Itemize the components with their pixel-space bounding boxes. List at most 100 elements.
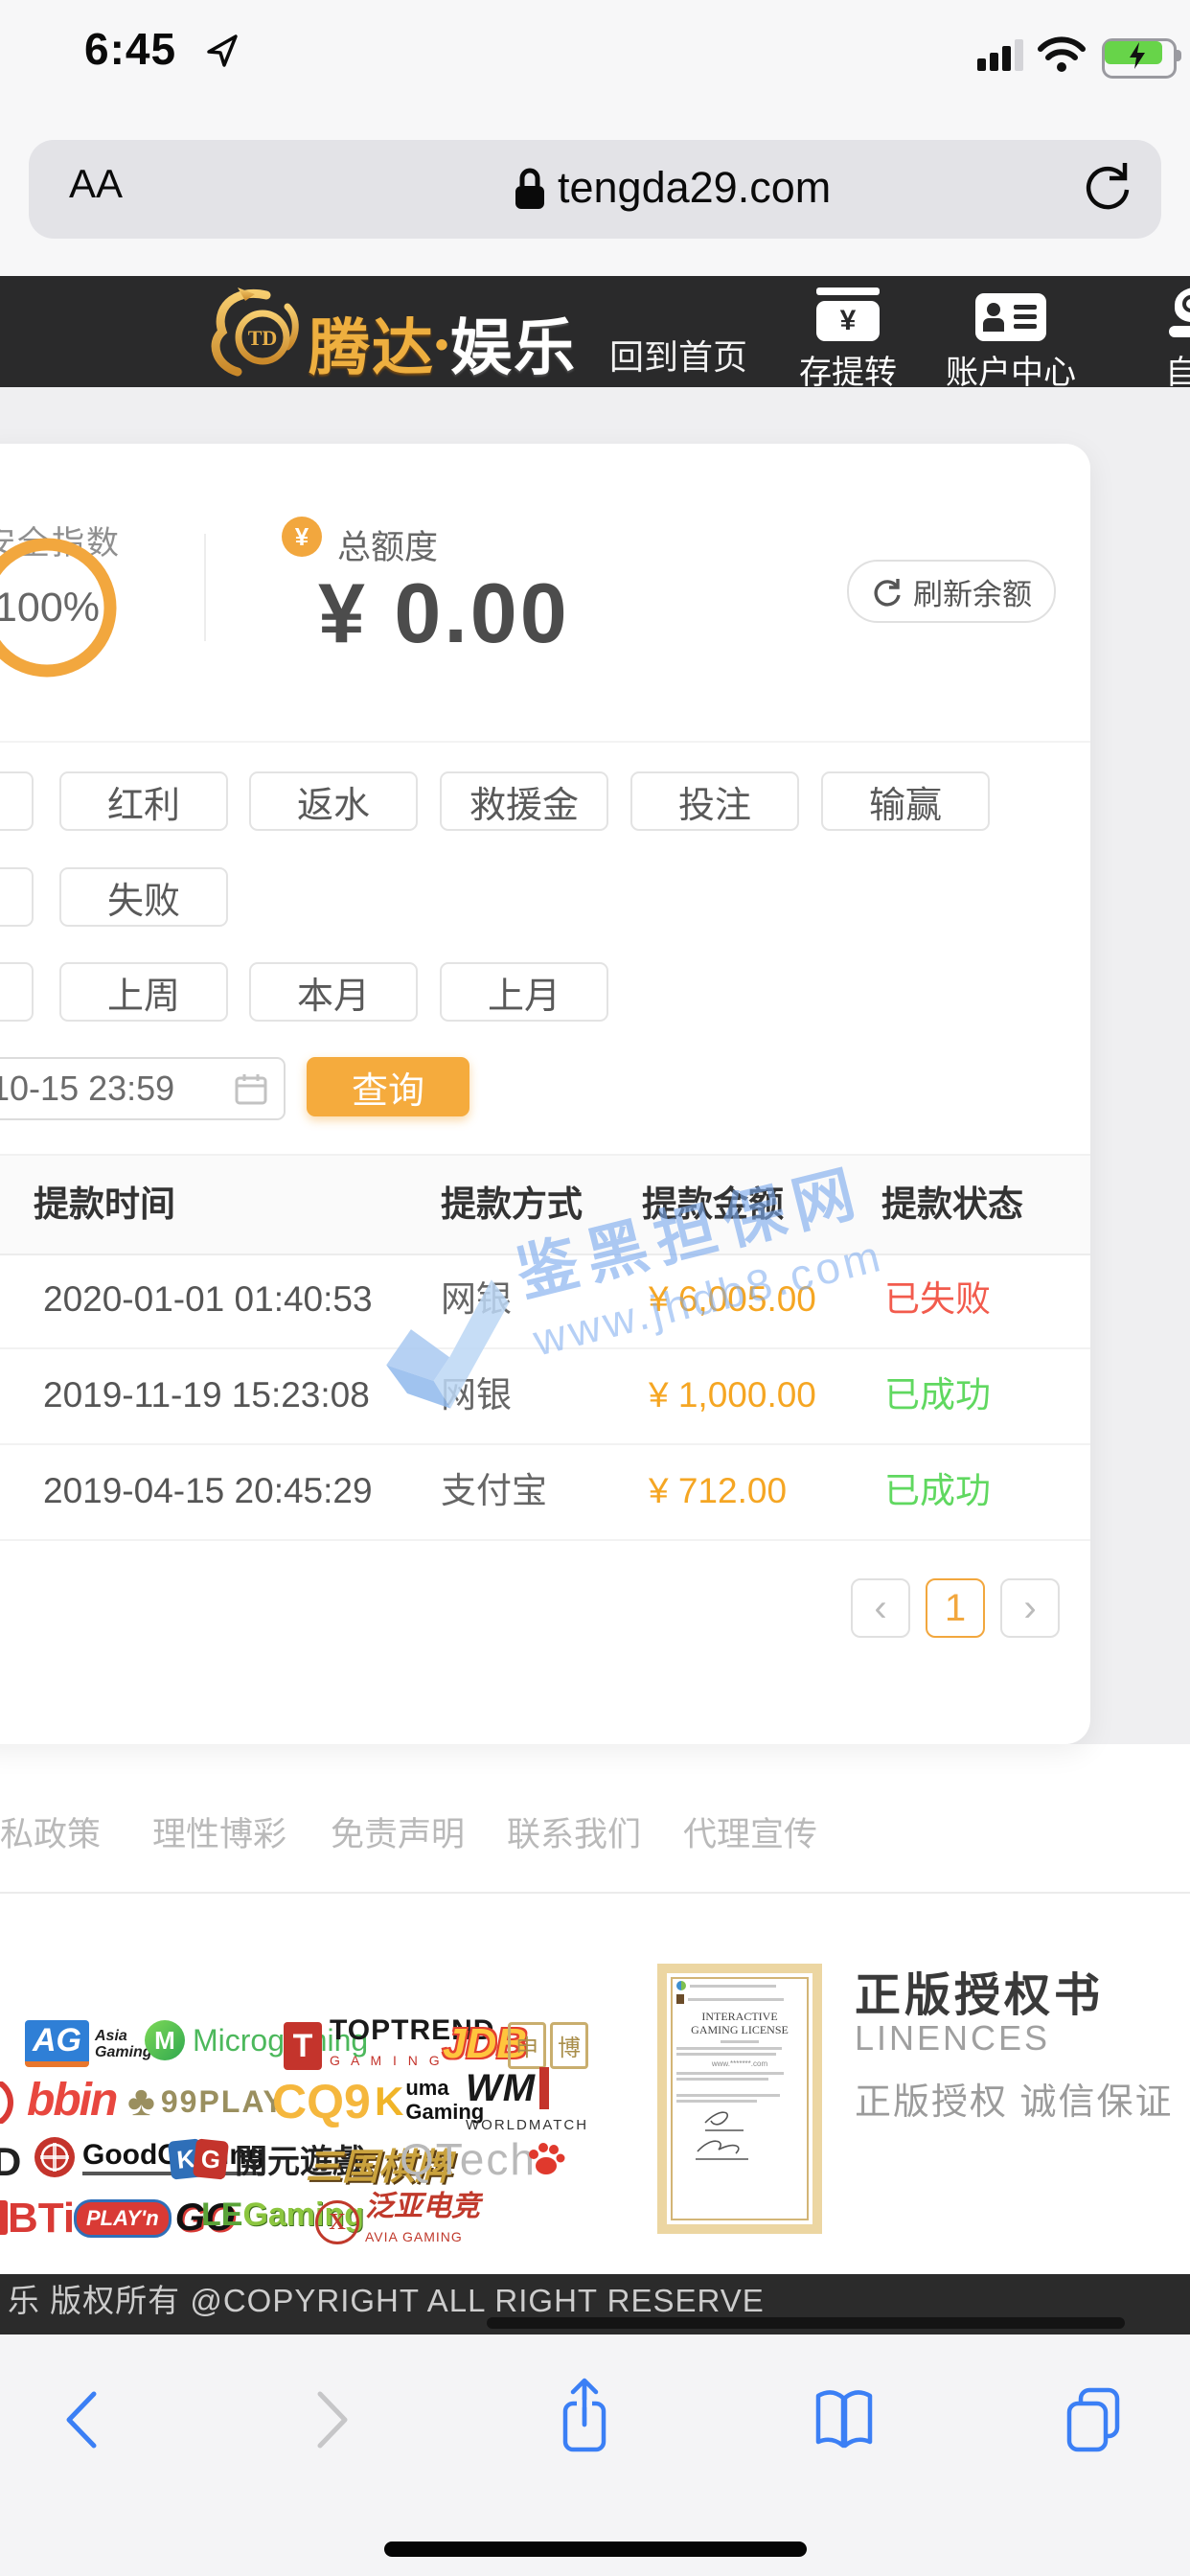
withdraw-status: 已失败: [884, 1252, 991, 1347]
balance-label: 总额度: [337, 520, 438, 569]
date-input[interactable]: 0-10-15 23:59: [0, 1057, 286, 1120]
refresh-balance-button[interactable]: 刷新余额: [847, 560, 1056, 623]
home-link[interactable]: 回到首页: [609, 330, 747, 380]
hand-coin-icon: [1169, 288, 1190, 338]
refresh-balance-label: 刷新余额: [913, 570, 1032, 613]
pagination-next[interactable]: ›: [1000, 1578, 1060, 1638]
withdraw-status: 已成功: [884, 1347, 991, 1443]
logo-text: PLAY'n: [74, 2199, 172, 2238]
footer-link-agent[interactable]: 代理宣传: [683, 1807, 817, 1856]
logo-text: WMWORLDMATCH: [466, 2074, 588, 2140]
logo-partial: D: [0, 2139, 21, 2185]
withdraw-method: 网银: [441, 1252, 512, 1347]
logo-text: QTech: [400, 2133, 537, 2185]
wallet-yen-icon: ¥: [816, 288, 880, 338]
wifi-icon: [1037, 36, 1087, 73]
filter-button-rescue[interactable]: 救援金: [440, 771, 608, 831]
logo-shenbo: 申 博: [508, 2022, 592, 2069]
tabs-button[interactable]: [1060, 2384, 1129, 2453]
footer-link-contact[interactable]: 联系我们: [507, 1807, 641, 1856]
brand-dot: •: [435, 324, 450, 366]
filter-button-lastmonth[interactable]: 上月: [440, 962, 608, 1022]
logo-partial: [0, 2200, 8, 2235]
logo-worldmatch: WMWORLDMATCH: [466, 2074, 588, 2140]
share-button[interactable]: [554, 2375, 615, 2457]
footer-link-privacy[interactable]: 私政策: [0, 1807, 101, 1856]
nav-item-self-service[interactable]: 自助: [1116, 288, 1190, 393]
battery-charging-icon: [1102, 38, 1184, 75]
nav-item-account-center[interactable]: 账户中心: [929, 288, 1092, 393]
logo-qtech: QTech: [400, 2133, 537, 2185]
reload-icon[interactable]: [1081, 157, 1134, 217]
logo-text: 申: [508, 2022, 546, 2069]
pagination-page-1[interactable]: 1: [926, 1578, 985, 1638]
license-subtitle: LINENCES: [855, 2018, 1050, 2058]
nav-label: 账户中心: [946, 346, 1076, 393]
logo-asia-gaming: AG AsiaGaming: [25, 2020, 152, 2067]
withdraw-amount: ¥ 6,005.00: [649, 1252, 816, 1347]
logo-text: CQ9: [272, 2074, 371, 2129]
home-indicator: [384, 2542, 807, 2557]
filter-button-failed[interactable]: 失败: [59, 867, 228, 927]
filter-button-rebate[interactable]: 返水: [249, 771, 418, 831]
table-row: 2020-01-01 01:40:53 网银 ¥ 6,005.00 已失败: [0, 1252, 1090, 1349]
filter-button-partial[interactable]: [0, 962, 34, 1022]
col-header-status: 提款状态: [881, 1156, 1023, 1254]
forward-button[interactable]: [309, 2388, 355, 2451]
logo-text: K: [375, 2079, 403, 2125]
pagination-prev[interactable]: ‹: [851, 1578, 910, 1638]
coin-icon: ¥: [282, 517, 322, 557]
certificate-title: INTERACTIVEGAMING LICENSE: [676, 2010, 803, 2036]
horizontal-scrollbar[interactable]: [487, 2317, 1125, 2329]
filter-button-thismonth[interactable]: 本月: [249, 962, 418, 1022]
date-value: 0-10-15 23:59: [0, 1059, 174, 1118]
svg-text:TD: TD: [248, 326, 278, 350]
filter-button-winloss[interactable]: 输赢: [821, 771, 990, 831]
bookmarks-button[interactable]: [811, 2386, 878, 2453]
table-row: 2019-11-19 15:23:08 网银 ¥ 1,000.00 已成功: [0, 1347, 1090, 1445]
lock-icon: [512, 165, 548, 213]
withdraw-method: 网银: [441, 1347, 512, 1443]
nav-label: 自助: [1165, 346, 1190, 393]
nav-item-deposit[interactable]: ¥ 存提转: [767, 288, 929, 393]
logo-text: bbin: [27, 2074, 116, 2127]
dragon-logo-icon[interactable]: TD: [203, 284, 318, 383]
back-button[interactable]: [59, 2388, 105, 2451]
table-row: 2019-04-15 20:45:29 支付宝 ¥ 712.00 已成功: [0, 1443, 1090, 1541]
footer-link-disclaimer[interactable]: 免责声明: [331, 1807, 465, 1856]
filter-button-partial[interactable]: [0, 867, 34, 927]
logo-icon: M: [145, 2020, 185, 2060]
logo-avia: X 泛亚电竞AVIA GAMING: [315, 2195, 480, 2250]
logo-text: AsiaGaming: [95, 2028, 152, 2060]
club-icon: ♣: [127, 2078, 155, 2126]
logo-partial: [0, 2082, 13, 2124]
filter-button-partial[interactable]: [0, 771, 34, 831]
withdraw-method: 支付宝: [441, 1443, 547, 1539]
withdraw-time: 2020-01-01 01:40:53: [43, 1252, 373, 1347]
logo-text: AG: [25, 2020, 89, 2067]
withdraw-time: 2019-11-19 15:23:08: [43, 1347, 370, 1443]
paw-icon: [526, 2139, 566, 2179]
table-header-row: 提款时间 提款方式 提款金额 提款状态: [0, 1154, 1090, 1255]
filter-button-bonus[interactable]: 红利: [59, 771, 228, 831]
divider: [0, 1892, 1190, 1894]
col-header-amount: 提款金额: [642, 1156, 784, 1254]
logo-bti: BTi: [8, 2195, 75, 2242]
reader-mode-button[interactable]: AA: [69, 161, 123, 207]
logo-icon: [33, 2135, 77, 2179]
brand-logo-text[interactable]: 腾达•娱乐: [309, 299, 577, 387]
url-text[interactable]: tengda29.com: [558, 163, 831, 213]
iphone-screen: 6:45 AA tengda29.com TD 腾达•娱乐 回到首页 ¥ 存提转: [0, 0, 1190, 2576]
query-button[interactable]: 查询: [307, 1057, 469, 1116]
nav-label: 存提转: [799, 346, 897, 393]
account-card: 安全指数 100% ¥ 总额度 ¥ 0.00 刷新余额 红利 返水 救援金 投注…: [0, 444, 1090, 1744]
filter-button-bet[interactable]: 投注: [630, 771, 799, 831]
col-header-time: 提款时间: [34, 1156, 175, 1254]
filter-button-lastweek[interactable]: 上周: [59, 962, 228, 1022]
logo-icon: G: [193, 2138, 229, 2179]
balance-value: ¥ 0.00: [318, 564, 570, 662]
logo-text: BTi: [8, 2195, 75, 2242]
footer-link-responsible[interactable]: 理性博彩: [152, 1807, 286, 1856]
logo-text: 泛亚电竞AVIA GAMING: [365, 2195, 480, 2250]
withdraw-status: 已成功: [884, 1443, 991, 1539]
